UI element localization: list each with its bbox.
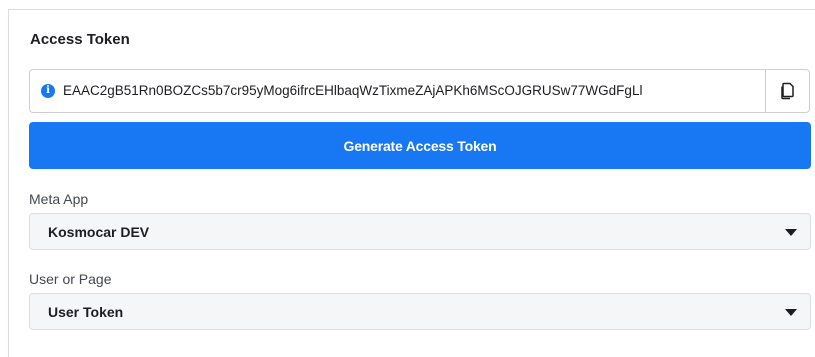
meta-app-label: Meta App xyxy=(29,191,89,207)
access-token-panel: Access Token i EAAC2gB51Rn0BOZCs5b7cr95y… xyxy=(8,9,815,357)
user-or-page-select[interactable]: User Token xyxy=(29,293,811,330)
meta-app-value: Kosmocar DEV xyxy=(48,224,150,240)
caret-down-icon xyxy=(785,229,797,236)
user-or-page-value: User Token xyxy=(48,304,124,320)
generate-access-token-button[interactable]: Generate Access Token xyxy=(29,122,811,169)
caret-down-icon xyxy=(785,309,797,316)
access-token-value[interactable]: EAAC2gB51Rn0BOZCs5b7cr95yMog6ifrcEHlbaqW… xyxy=(63,83,756,99)
meta-app-select[interactable]: Kosmocar DEV xyxy=(29,213,811,250)
access-token-field[interactable]: i EAAC2gB51Rn0BOZCs5b7cr95yMog6ifrcEHlba… xyxy=(29,69,810,113)
section-title: Access Token xyxy=(30,31,130,48)
copy-button[interactable] xyxy=(765,70,809,112)
info-icon[interactable]: i xyxy=(41,84,55,98)
user-or-page-label: User or Page xyxy=(29,271,112,287)
copy-icon xyxy=(781,82,794,100)
